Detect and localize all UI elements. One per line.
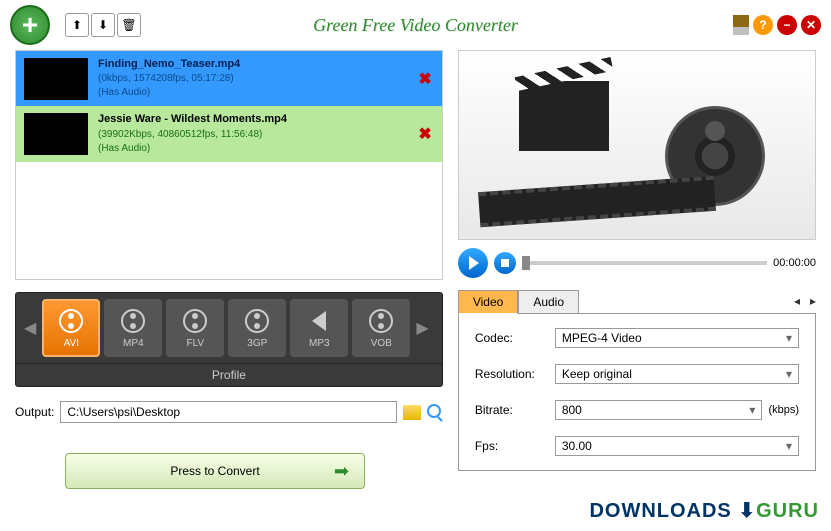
tab-nav: ◂ ▸ (794, 294, 816, 308)
resolution-label: Resolution: (475, 367, 555, 381)
reel-icon (181, 307, 209, 335)
film-strip-icon (478, 176, 716, 227)
minimize-button[interactable]: − (777, 15, 797, 35)
bitrate-unit: (kbps) (768, 404, 799, 416)
format-label: MP4 (123, 338, 144, 349)
help-button[interactable]: ? (753, 15, 773, 35)
open-folder-button[interactable] (427, 404, 443, 420)
format-mp4[interactable]: MP4 (104, 299, 162, 357)
move-up-button[interactable]: ⬆ (65, 13, 89, 37)
clapperboard-icon (519, 81, 609, 151)
format-3gp[interactable]: 3GP (228, 299, 286, 357)
format-mp3[interactable]: MP3 (290, 299, 348, 357)
file-name: Finding_Nemo_Teaser.mp4 (98, 57, 434, 72)
fps-select[interactable]: 30.00 (555, 436, 799, 456)
output-path-input[interactable] (60, 401, 396, 423)
codec-label: Codec: (475, 331, 555, 345)
bitrate-select[interactable]: 800 (555, 400, 763, 420)
add-file-button[interactable] (10, 5, 50, 45)
header-right: ? − ✕ (733, 15, 821, 35)
codec-select[interactable]: MPEG-4 Video (555, 328, 799, 348)
settings-tabs: Video Audio ◂ ▸ (458, 290, 816, 314)
reel-icon (119, 307, 147, 335)
format-label: AVI (64, 338, 79, 349)
close-button[interactable]: ✕ (801, 15, 821, 35)
convert-button[interactable]: Press to Convert (65, 453, 365, 489)
file-name: Jessie Ware - Wildest Moments.mp4 (98, 112, 434, 127)
tab-next-button[interactable]: ▸ (810, 294, 816, 308)
profile-panel: ◀ AVI MP4 FLV 3GP (15, 292, 443, 387)
format-label: MP3 (309, 338, 330, 349)
resolution-select[interactable]: Keep original (555, 364, 799, 384)
seek-thumb[interactable] (522, 256, 530, 270)
delete-button[interactable]: 🗑 (117, 13, 141, 37)
format-flv[interactable]: FLV (166, 299, 224, 357)
output-label: Output: (15, 405, 54, 419)
settings-panel: Codec: MPEG-4 Video Resolution: Keep ori… (458, 313, 816, 471)
stop-button[interactable] (494, 252, 516, 274)
format-vob[interactable]: VOB (352, 299, 410, 357)
watermark: DOWNLOADS ⬇GURU (589, 498, 819, 523)
file-audio: (Has Audio) (98, 142, 434, 156)
tab-prev-button[interactable]: ◂ (794, 294, 800, 308)
format-label: 3GP (247, 338, 267, 349)
file-meta: (39902Kbps, 40860512fps, 11:56:48) (98, 128, 434, 142)
video-preview (458, 50, 816, 240)
remove-file-button[interactable]: ✖ (418, 69, 431, 89)
file-info: Finding_Nemo_Teaser.mp4 (0kbps, 1574208f… (98, 57, 434, 100)
app-title: Green Free Video Converter (313, 15, 518, 36)
reel-icon (57, 307, 85, 335)
file-meta: (0kbps, 1574208fps, 05:17:28) (98, 72, 434, 86)
format-label: VOB (371, 338, 392, 349)
seek-bar[interactable] (522, 261, 767, 265)
file-info: Jessie Ware - Wildest Moments.mp4 (39902… (98, 112, 434, 155)
profile-prev-button[interactable]: ◀ (22, 318, 38, 338)
reel-icon (243, 307, 271, 335)
browse-folder-button[interactable] (403, 405, 421, 420)
convert-label: Press to Convert (170, 464, 259, 478)
file-item[interactable]: Jessie Ware - Wildest Moments.mp4 (39902… (16, 106, 442, 161)
tab-audio[interactable]: Audio (518, 290, 579, 314)
format-avi[interactable]: AVI (42, 299, 100, 357)
time-display: 00:00:00 (773, 257, 816, 269)
header: ⬆ ⬇ 🗑 Green Free Video Converter ? − ✕ (0, 0, 831, 50)
file-audio: (Has Audio) (98, 86, 434, 100)
profile-next-button[interactable]: ▶ (414, 318, 430, 338)
reel-icon (367, 307, 395, 335)
fps-label: Fps: (475, 439, 555, 453)
file-list: Finding_Nemo_Teaser.mp4 (0kbps, 1574208f… (15, 50, 443, 280)
remove-file-button[interactable]: ✖ (418, 124, 431, 144)
header-toolbar: ⬆ ⬇ 🗑 (65, 13, 141, 37)
thumbnail (24, 58, 88, 100)
player-controls: 00:00:00 (458, 248, 816, 278)
file-item[interactable]: Finding_Nemo_Teaser.mp4 (0kbps, 1574208f… (16, 51, 442, 106)
format-label: FLV (187, 338, 205, 349)
profile-title: Profile (16, 363, 442, 386)
play-button[interactable] (458, 248, 488, 278)
move-down-button[interactable]: ⬇ (91, 13, 115, 37)
output-row: Output: (15, 401, 443, 423)
brush-icon[interactable] (733, 15, 749, 35)
speaker-icon (305, 307, 333, 335)
thumbnail (24, 113, 88, 155)
bitrate-label: Bitrate: (475, 403, 555, 417)
tab-video[interactable]: Video (458, 290, 518, 314)
